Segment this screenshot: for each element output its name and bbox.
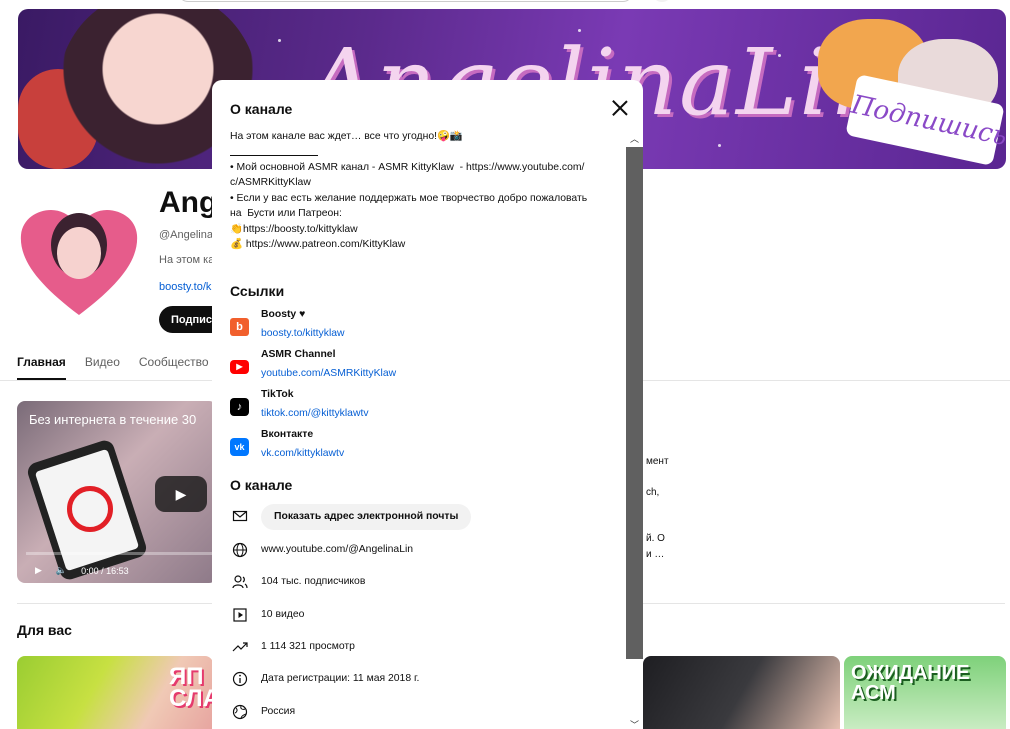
featured-video-player[interactable]: Без интернета в течение 30 ▶ ▶ 🔈 0:00 / …	[17, 401, 217, 583]
dialog-scrollbar[interactable]: ︿ ﹀	[626, 130, 643, 729]
chevron-up-icon[interactable]: ︿	[630, 132, 639, 145]
channel-tabs: Главная Видео Сообщество	[17, 355, 209, 380]
channel-link[interactable]: boosty.to/k	[159, 281, 211, 293]
banner-star	[718, 144, 721, 147]
country: Россия	[261, 706, 296, 717]
channel-handle: @AngelinaL	[159, 229, 220, 241]
tab-home[interactable]: Главная	[17, 355, 66, 380]
voice-search-button[interactable]	[652, 0, 672, 2]
banner-star	[278, 39, 281, 42]
about-email-row: Показать адрес электронной почты	[230, 504, 610, 530]
about-joined-row: Дата регистрации: 11 мая 2018 г.	[230, 667, 610, 691]
about-views-row: 1 114 321 просмотр	[230, 635, 610, 659]
info-icon	[232, 671, 248, 687]
boosty-icon: b	[230, 318, 249, 336]
video-thumbnail[interactable]: ОЖИДАНИЕ АСМ	[844, 656, 1006, 729]
link-item-boosty[interactable]: b Boosty ♥ boosty.to/kittyklaw	[230, 309, 610, 345]
link-name: Вконтакте	[261, 429, 314, 440]
links-heading: Ссылки	[230, 283, 285, 299]
video-thumbnail[interactable]: ЯП СЛА	[17, 656, 213, 729]
description-separator	[230, 154, 318, 156]
thumbnail-caption: ОЖИДАНИЕ АСМ	[851, 662, 970, 704]
link-url[interactable]: boosty.to/kittyklaw	[261, 328, 345, 339]
video-description-fragment: мент	[646, 456, 669, 467]
play-icon[interactable]: ▶	[35, 565, 42, 576]
no-wifi-icon	[67, 486, 113, 532]
link-url[interactable]: vk.com/kittyklawtv	[261, 448, 344, 459]
channel-url[interactable]: www.youtube.com/@AngelinaLin	[261, 544, 413, 555]
join-date: Дата регистрации: 11 мая 2018 г.	[261, 673, 420, 684]
search-box[interactable]	[178, 0, 633, 2]
description-line: • Если у вас есть желание поддержать мое…	[230, 192, 588, 220]
tiktok-icon: ♪	[230, 398, 249, 416]
video-description-fragment: й. О	[646, 533, 665, 544]
close-icon[interactable]	[608, 96, 632, 120]
subscribers-icon	[232, 575, 248, 589]
description-line: • Мой основной ASMR канал - ASMR KittyKl…	[230, 161, 585, 189]
scrollbar-thumb[interactable]	[626, 147, 643, 659]
description-link[interactable]: 💰 https://www.patreon.com/KittyKlaw	[230, 237, 614, 253]
globe-icon	[232, 704, 248, 720]
trending-icon	[232, 642, 248, 652]
link-name: TikTok	[261, 389, 294, 400]
link-item-vk[interactable]: vk Вконтакте vk.com/kittyklawtv	[230, 429, 610, 465]
tab-community[interactable]: Сообщество	[139, 355, 209, 380]
subscriber-count: 104 тыс. подписчиков	[261, 576, 366, 587]
channel-description[interactable]: На этом ка	[159, 254, 214, 266]
link-item-tiktok[interactable]: ♪ TikTok tiktok.com/@kittyklawtv	[230, 389, 610, 425]
video-count: 10 видео	[261, 609, 305, 620]
for-you-title: Для вас	[17, 622, 72, 638]
chevron-down-icon[interactable]: ﹀	[630, 718, 639, 729]
link-name: Boosty ♥	[261, 309, 306, 320]
about-heading: О канале	[230, 477, 293, 493]
play-button[interactable]: ▶	[155, 476, 207, 512]
avatar[interactable]	[19, 205, 139, 317]
about-country-row: Россия	[230, 700, 610, 724]
about-subscribers-row: 104 тыс. подписчиков	[230, 570, 610, 594]
link-name: ASMR Channel	[261, 349, 336, 360]
about-channel-dialog: О канале На этом канале вас ждет… все чт…	[212, 80, 643, 729]
view-count: 1 114 321 просмотр	[261, 641, 355, 652]
mail-icon	[232, 510, 248, 522]
masthead	[0, 0, 1010, 9]
about-videos-row: 10 видео	[230, 603, 610, 627]
tab-videos[interactable]: Видео	[85, 355, 120, 380]
show-email-button[interactable]: Показать адрес электронной почты	[261, 504, 472, 530]
video-time: 0:00 / 16:53	[81, 565, 129, 576]
video-thumbnail[interactable]	[643, 656, 840, 729]
globe-icon	[232, 542, 248, 558]
thumbnail-caption: ЯП СЛА	[169, 663, 213, 712]
description-link[interactable]: 👏https://boosty.to/kittyklaw	[230, 222, 614, 238]
avatar-character	[57, 227, 101, 279]
youtube-icon: ▶	[230, 360, 249, 374]
vk-icon: vk	[230, 438, 249, 456]
video-controls: ▶ 🔈 0:00 / 16:53	[35, 565, 129, 576]
link-item-youtube[interactable]: ▶ ASMR Channel youtube.com/ASMRKittyKlaw	[230, 349, 610, 385]
video-progress-bar[interactable]	[26, 552, 217, 555]
video-description-fragment: и …	[646, 549, 665, 560]
dialog-title: О канале	[230, 101, 293, 117]
link-url[interactable]: tiktok.com/@kittyklawtv	[261, 408, 369, 419]
video-icon	[233, 608, 247, 622]
video-title[interactable]: Без интернета в течение 30	[29, 412, 196, 427]
description-line: На этом канале вас ждет… все что угодно!…	[230, 131, 463, 142]
video-description-fragment: ch,	[646, 487, 660, 498]
link-url[interactable]: youtube.com/ASMRKittyKlaw	[261, 368, 396, 379]
volume-icon[interactable]: 🔈	[56, 565, 67, 576]
channel-full-description: На этом канале вас ждет… все что угодно!…	[230, 129, 614, 253]
about-url-row: www.youtube.com/@AngelinaLin	[230, 538, 610, 562]
